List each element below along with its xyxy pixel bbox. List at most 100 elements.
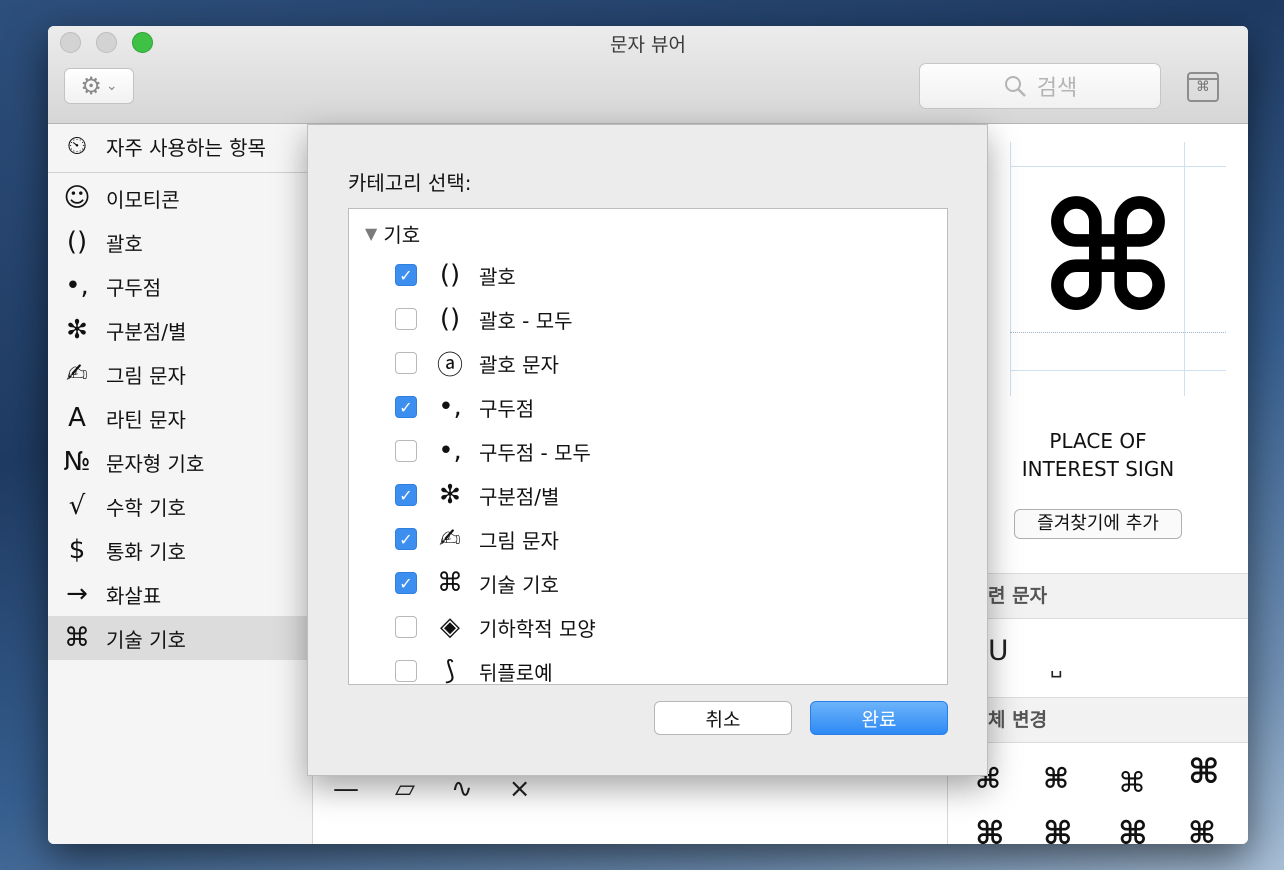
guide-line [1010,166,1226,167]
cancel-button[interactable]: 취소 [654,701,792,735]
character-name: PLACE OF INTEREST SIGN [988,427,1208,483]
category-icon: () [439,304,461,334]
font-variant-glyph[interactable]: ⌘ [1118,766,1146,799]
sidebar-item[interactable]: ✻ 구분점/별 [48,308,308,352]
sidebar-item[interactable]: () 괄호 [48,220,308,264]
category-checkbox[interactable] [395,308,417,330]
sidebar-item-label: 수학 기호 [106,495,186,520]
font-variant-glyph[interactable]: ⌘ [1043,814,1073,844]
font-variant-glyph[interactable]: ⌘ [1188,752,1220,792]
category-icon: •, [65,271,89,301]
category-option[interactable]: ✓ ✍ 그림 문자 [395,522,559,556]
sidebar-item-label: 기술 기호 [106,627,186,652]
category-checkbox[interactable]: ✓ [395,264,417,286]
category-option[interactable]: ✓ () 괄호 [395,258,516,292]
sidebar-item-label: 이모티콘 [106,187,180,212]
window-title: 문자 뷰어 [610,34,686,56]
category-option[interactable]: •, 구두점 - 모두 [395,434,591,468]
category-option-label: 기하학적 모양 [479,616,596,641]
group-header-symbols[interactable]: ▼ 기호 [365,219,420,248]
add-to-favorites-button[interactable]: 즐겨찾기에 추가 [1014,509,1182,539]
category-sidebar: ⏲ 자주 사용하는 항목 ☺ 이모티콘 () 괄호 •, 구두점 ✻ 구분점/별 ✍ 그림 문자 A 라틴… [48,124,313,844]
sidebar-item-label: 자주 사용하는 항목 [106,135,266,160]
sidebar-item[interactable]: ⌘ 기술 기호 [48,616,308,660]
character-grid-row: — ▱ ∿ ⨯ [333,774,531,804]
title-bar: 문자 뷰어 ⚙ ⌄ 검색 ⌘ [48,26,1248,124]
sidebar-item[interactable]: ✍ 그림 문자 [48,352,308,396]
category-checkbox[interactable]: ✓ [395,528,417,550]
sidebar-item[interactable]: № 문자형 기호 [48,440,308,484]
sidebar-item[interactable]: → 화살표 [48,572,308,616]
character-name-line1: PLACE OF [1049,429,1147,453]
category-option-label: 구분점/별 [479,484,560,509]
font-variant-glyph[interactable]: ⌘ [975,814,1005,844]
category-checkbox[interactable]: ✓ [395,396,417,418]
sidebar-item[interactable]: $ 통화 기호 [48,528,308,572]
search-field[interactable]: 검색 [919,63,1161,109]
related-characters-header: 련 문자 [988,573,1248,619]
category-checkbox[interactable] [395,352,417,374]
checkmark-icon: ✓ [399,265,413,285]
action-menu-button[interactable]: ⚙ ⌄ [64,68,134,104]
category-icon: •, [438,436,462,466]
character-cell[interactable]: — [333,774,359,804]
guide-line [1010,370,1226,371]
category-icon: () [66,227,88,257]
done-button[interactable]: 완료 [810,701,948,735]
category-list[interactable]: ▼ 기호 ✓ () 괄호 () 괄호 - 모두 ⓐ 괄호 문자 ✓ •, 구두점 •, 구두점 - 모… [348,208,948,685]
category-checkbox[interactable] [395,616,417,638]
category-icon: ⌘ [437,568,463,598]
related-char[interactable]: ␣ [1050,654,1063,678]
sidebar-item-label: 괄호 [106,231,143,256]
checkmark-icon: ✓ [399,529,413,549]
category-option-label: 구두점 - 모두 [479,440,591,465]
category-icon: •, [438,392,462,422]
category-option-label: 뒤플로예 [479,660,553,685]
character-cell[interactable]: ▱ [395,774,415,804]
category-icon: ⏲ [66,130,88,161]
category-icon: → [66,579,88,609]
font-variant-glyph[interactable]: ⌘ [1043,762,1069,795]
font-variant-glyph[interactable]: ⌘ [1118,814,1148,844]
category-option[interactable]: ◈ 기하학적 모양 [395,610,596,644]
category-icon: √ [68,491,86,521]
search-icon [1004,76,1026,97]
category-icon: ◈ [440,612,460,642]
character-cell[interactable]: ∿ [451,774,473,804]
gear-icon: ⚙ [80,72,102,100]
font-variant-glyph[interactable]: ⌘ [1188,816,1216,844]
sidebar-item-label: 문자형 기호 [106,451,205,476]
category-icon: ☺ [63,183,91,213]
category-icon: $ [68,535,86,565]
category-option[interactable]: ⟆ 뒤플로예 [395,654,553,685]
sidebar-item[interactable]: •, 구두점 [48,264,308,308]
category-option[interactable]: ✓ ⌘ 기술 기호 [395,566,559,600]
checkmark-icon: ✓ [399,573,413,593]
category-option[interactable]: ✓ •, 구두점 [395,390,534,424]
category-checkbox[interactable]: ✓ [395,572,417,594]
sidebar-item[interactable]: A 라틴 문자 [48,396,308,440]
sidebar-item[interactable]: ☺ 이모티콘 [48,176,308,220]
disclosure-triangle-icon[interactable]: ▼ [365,224,377,243]
sidebar-item[interactable]: √ 수학 기호 [48,484,308,528]
category-option[interactable]: ✓ ✻ 구분점/별 [395,478,559,512]
category-option-label: 구두점 [479,396,535,421]
selected-glyph: ⌘ [1038,172,1178,346]
category-option-label: 기술 기호 [479,572,559,597]
checkmark-icon: ✓ [399,485,413,505]
category-icon: № [63,447,91,477]
category-checkbox[interactable]: ✓ [395,484,417,506]
sheet-title: 카테고리 선택: [348,171,472,195]
category-checkbox[interactable] [395,440,417,462]
character-cell[interactable]: ⨯ [509,774,531,804]
sidebar-item-label: 화살표 [106,583,162,608]
category-icon: ⓐ [436,350,463,381]
category-checkbox[interactable] [395,660,417,682]
toggle-view-button[interactable]: ⌘ [1187,72,1219,102]
group-label: 기호 [383,223,421,247]
sidebar-item[interactable]: ⏲ 자주 사용하는 항목 [48,124,308,168]
related-char[interactable]: ᑌ [988,634,1009,667]
category-option[interactable]: ⓐ 괄호 문자 [395,346,559,381]
category-option[interactable]: () 괄호 - 모두 [395,302,573,336]
sidebar-item-label: 그림 문자 [106,363,186,388]
